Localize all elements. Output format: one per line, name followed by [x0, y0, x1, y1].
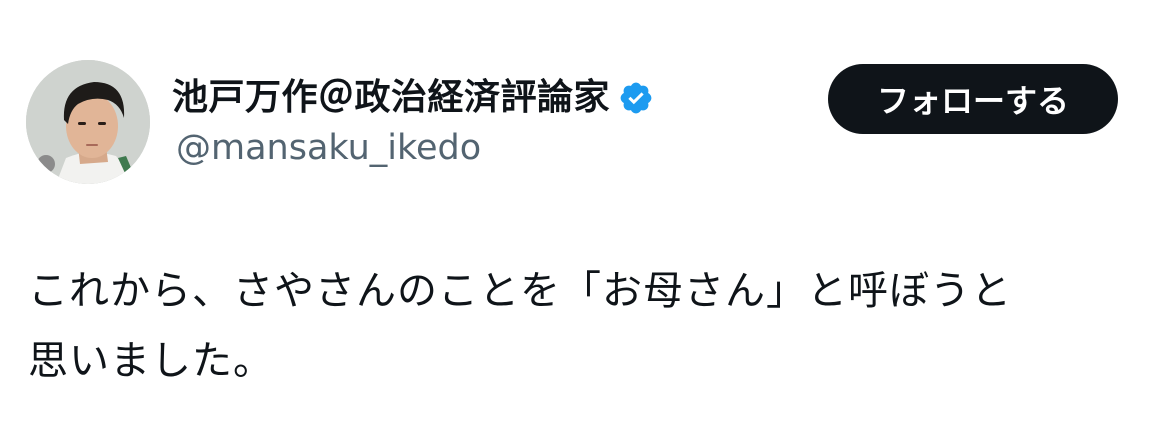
avatar[interactable]: [26, 60, 150, 184]
display-name[interactable]: 池戸万作＠政治経済評論家: [172, 70, 610, 126]
author-name-row[interactable]: 池戸万作＠政治経済評論家: [172, 70, 654, 126]
follow-button[interactable]: フォローする: [828, 64, 1118, 134]
tweet-text: これから、さやさんのことを「お母さん」と呼ぼうと 思いました。: [28, 268, 1012, 384]
author-handle[interactable]: @mansaku_ikedo: [176, 124, 481, 172]
verified-badge-icon: [618, 80, 654, 116]
avatar-photo: [26, 60, 150, 184]
